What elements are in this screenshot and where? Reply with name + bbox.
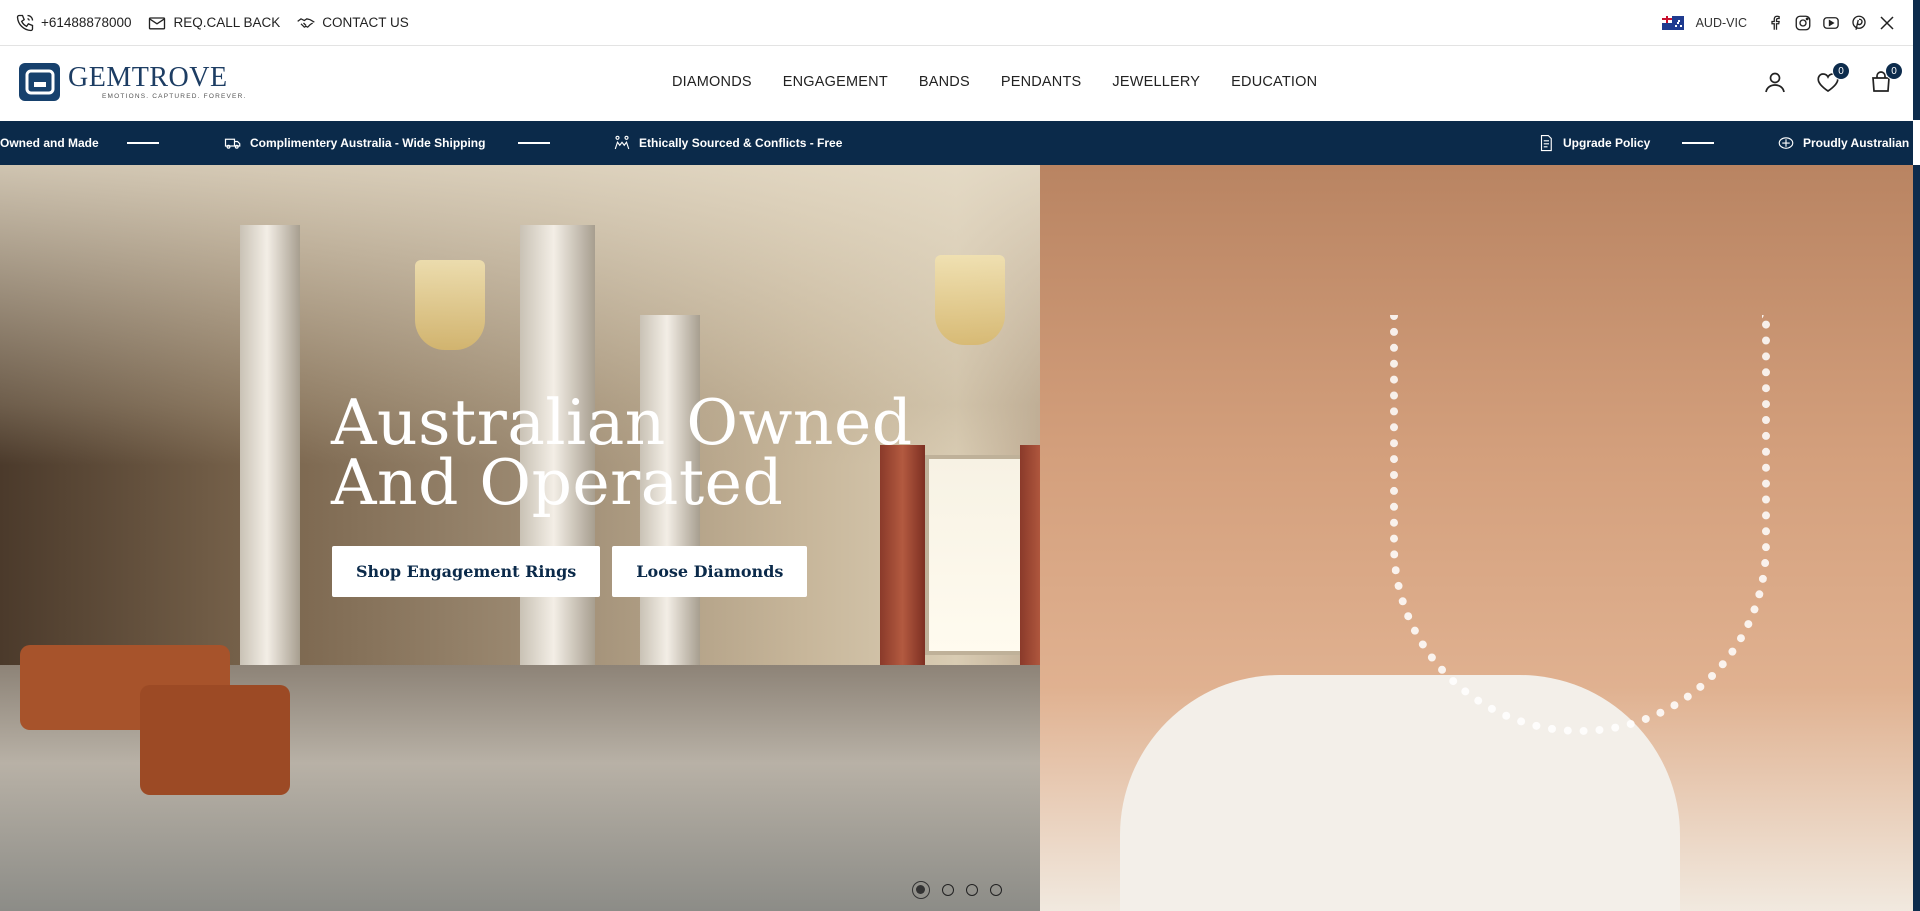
handshake-icon	[297, 17, 315, 28]
slider-dots	[912, 881, 1002, 899]
logo-mark-icon	[19, 63, 60, 101]
logo-tagline: EMOTIONS. CAPTURED. FOREVER.	[102, 93, 247, 100]
phone-link[interactable]: +61488878000	[15, 13, 131, 33]
topbar-right: AUD-VIC	[1661, 13, 1897, 33]
facebook-icon[interactable]	[1765, 13, 1785, 33]
main-nav: DIAMONDS ENGAGEMENT BANDS PENDANTS JEWEL…	[672, 74, 1348, 90]
gem-g-icon	[25, 69, 54, 95]
user-icon	[1765, 72, 1785, 93]
wishlist-count-badge: 0	[1832, 62, 1850, 80]
pinterest-icon[interactable]	[1849, 13, 1869, 33]
ticker-label: Upgrade Policy	[1563, 136, 1651, 150]
ticker-divider	[1682, 142, 1714, 144]
ticker-divider	[127, 142, 159, 144]
request-callback-label: REQ.CALL BACK	[173, 15, 281, 30]
ticker-item-owned: Owned and Made	[0, 121, 99, 165]
page: +61488878000 REQ.CALL BACK CONTACT US AU…	[0, 0, 1920, 911]
cart-button[interactable]: 0	[1867, 62, 1903, 96]
scrollbar-edge[interactable]	[1913, 0, 1920, 120]
slider-dot-1[interactable]	[912, 881, 930, 899]
phone-icon	[16, 14, 34, 31]
logo-name: GEMTROVE	[68, 62, 228, 93]
nav-pendants[interactable]: PENDANTS	[1001, 74, 1082, 90]
x-icon[interactable]	[1877, 13, 1897, 33]
australia-flag-icon[interactable]	[1661, 15, 1684, 30]
ticker-divider	[518, 142, 550, 144]
phone-number: +61488878000	[41, 15, 132, 30]
contact-us-label: CONTACT US	[322, 15, 409, 30]
ethical-sourcing-icon	[614, 135, 630, 150]
truck-icon	[224, 138, 241, 149]
diamond-necklace-image	[1390, 315, 1770, 735]
chandelier-image	[415, 260, 485, 350]
ticker-label: Ethically Sourced & Conflicts - Free	[639, 136, 843, 150]
hero-banner: Australian Owned And Operated Shop Engag…	[0, 165, 1913, 911]
logo-text: GEMTROVE EMOTIONS. CAPTURED. FOREVER.	[68, 62, 247, 101]
ticker-label: Complimentery Australia - Wide Shipping	[250, 136, 486, 150]
nav-engagement[interactable]: ENGAGEMENT	[783, 74, 888, 90]
topbar-contact-links: +61488878000 REQ.CALL BACK CONTACT US	[15, 13, 409, 33]
top-utility-bar: +61488878000 REQ.CALL BACK CONTACT US AU…	[0, 0, 1913, 46]
nav-education[interactable]: EDUCATION	[1231, 74, 1317, 90]
slider-dot-2[interactable]	[942, 884, 954, 896]
hero-title: Australian Owned And Operated	[331, 386, 913, 519]
ticker-label: Owned and Made	[0, 136, 99, 150]
account-button[interactable]	[1761, 68, 1789, 96]
ticker-item-australian: Proudly Australian O	[1777, 121, 1913, 165]
sofa-image	[140, 685, 290, 795]
usp-ticker: Owned and Made Complimentery Australia -…	[0, 121, 1913, 165]
youtube-icon[interactable]	[1821, 13, 1841, 33]
hero-buttons: Shop Engagement Rings Loose Diamonds	[332, 546, 808, 597]
ticker-item-ethical: Ethically Sourced & Conflicts - Free	[613, 121, 842, 165]
ticker-item-shipping: Complimentery Australia - Wide Shipping	[224, 121, 485, 165]
currency-selector[interactable]: AUD-VIC	[1696, 16, 1747, 30]
document-icon	[1540, 134, 1552, 152]
loose-diamonds-button[interactable]: Loose Diamonds	[612, 546, 808, 597]
nav-diamonds[interactable]: DIAMONDS	[672, 74, 752, 90]
hero-title-line-2: And Operated	[331, 446, 784, 519]
instagram-icon[interactable]	[1793, 13, 1813, 33]
nav-bands[interactable]: BANDS	[919, 74, 970, 90]
slider-dot-4[interactable]	[990, 884, 1002, 896]
slider-dot-3[interactable]	[966, 884, 978, 896]
chandelier-image	[935, 255, 1005, 345]
contact-us-link[interactable]: CONTACT US	[296, 13, 409, 33]
shop-engagement-rings-button[interactable]: Shop Engagement Rings	[332, 546, 601, 597]
main-header: GEMTROVE EMOTIONS. CAPTURED. FOREVER. DI…	[0, 46, 1913, 121]
logo[interactable]: GEMTROVE EMOTIONS. CAPTURED. FOREVER.	[19, 63, 246, 101]
ticker-label: Proudly Australian O	[1803, 136, 1913, 150]
nav-jewellery[interactable]: JEWELLERY	[1112, 74, 1200, 90]
cart-count-badge: 0	[1885, 62, 1903, 80]
hero-title-line-1: Australian Owned	[331, 386, 913, 459]
window-image	[925, 455, 1035, 655]
badge-icon	[1778, 137, 1794, 149]
wishlist-button[interactable]: 0	[1814, 62, 1850, 96]
header-icons: 0 0	[1761, 62, 1903, 96]
mail-icon	[149, 16, 166, 29]
page-edge	[1913, 165, 1920, 911]
request-callback-link[interactable]: REQ.CALL BACK	[147, 13, 280, 33]
ticker-item-upgrade: Upgrade Policy	[1537, 121, 1650, 165]
